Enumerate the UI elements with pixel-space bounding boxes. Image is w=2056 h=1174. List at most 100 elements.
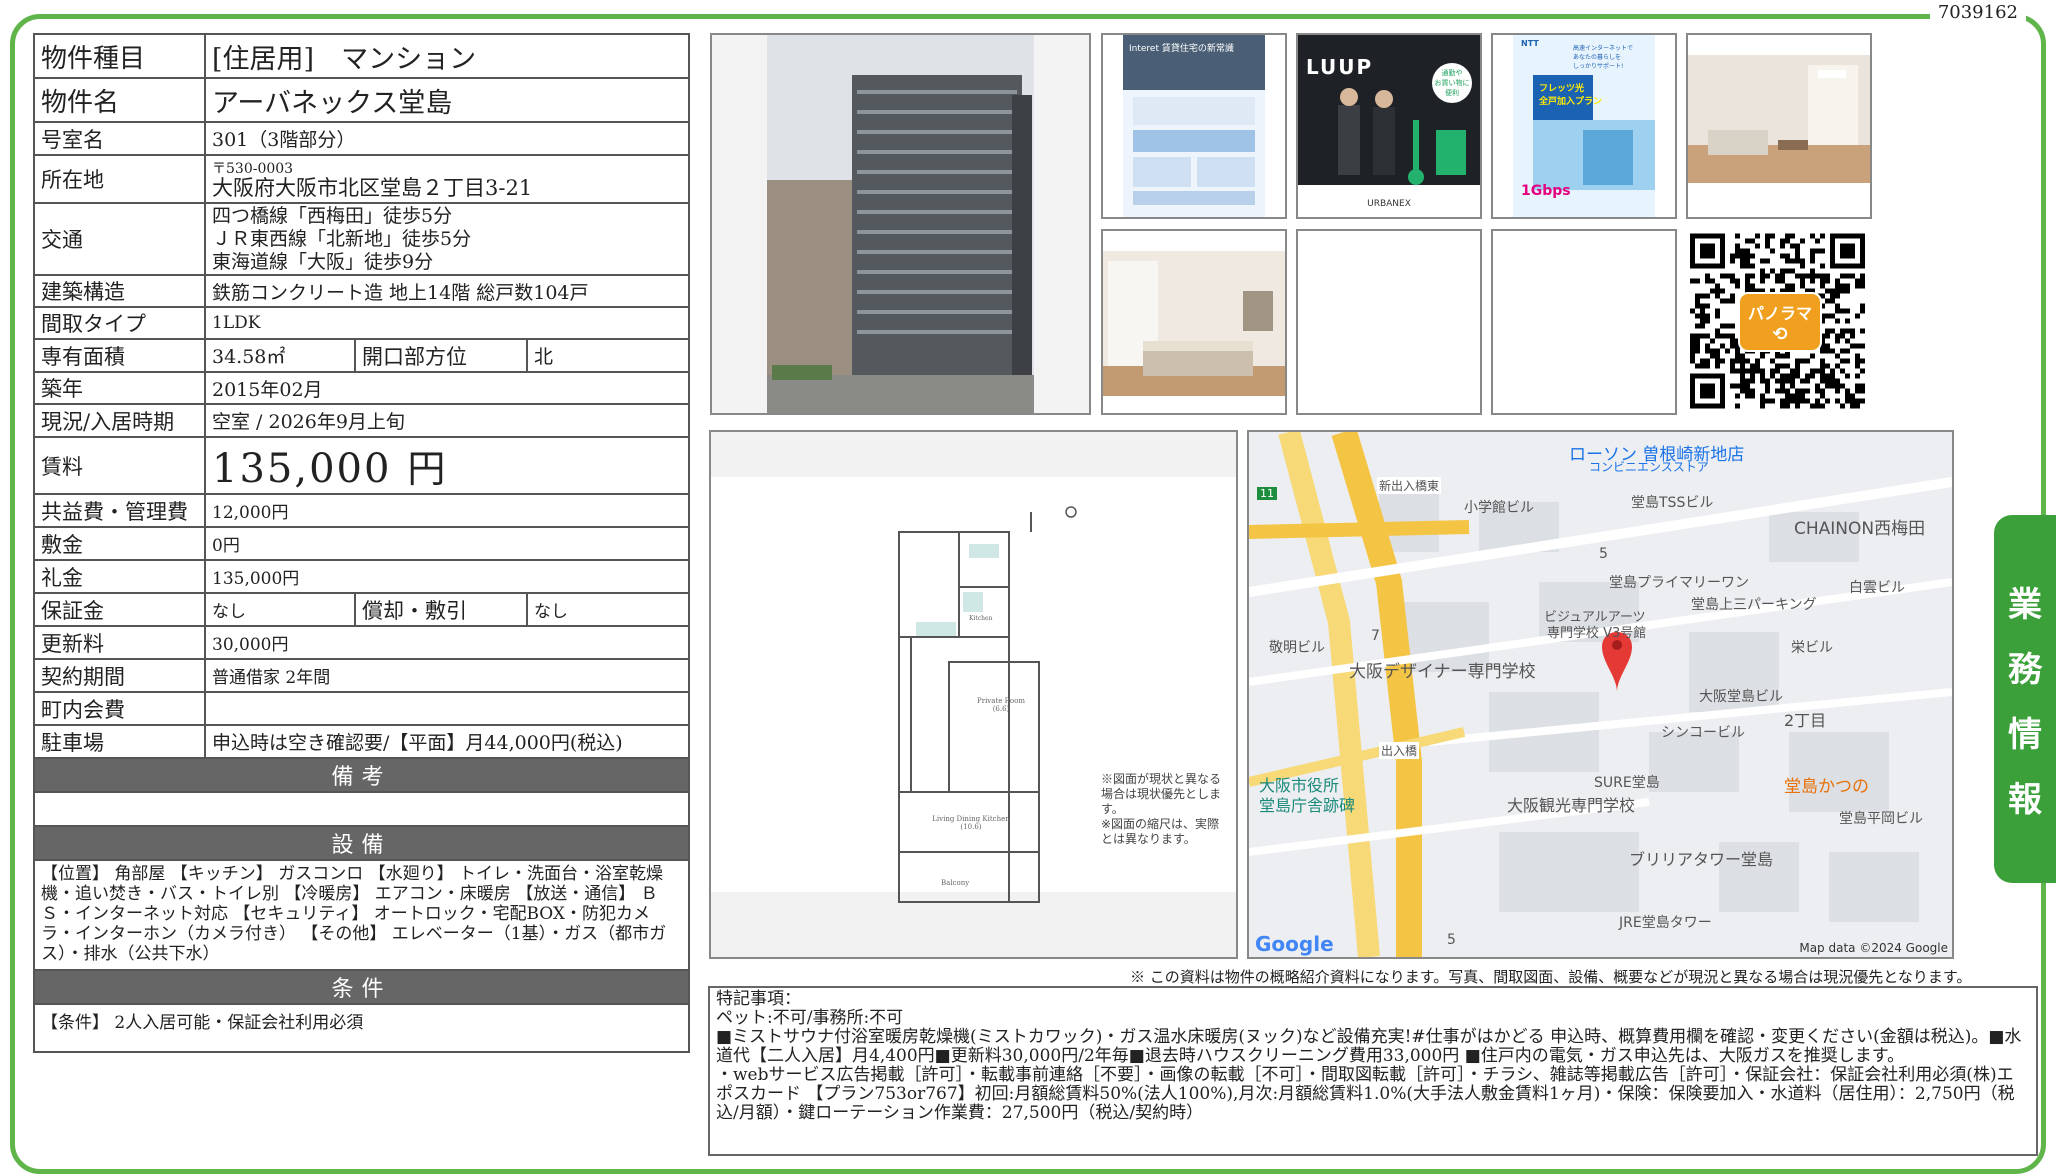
- floor-plan-drawing: [711, 432, 1236, 957]
- status-value: 空室 / 2026年9月上旬: [203, 403, 691, 438]
- contract-label: 契約期間: [33, 658, 206, 693]
- floor-plan[interactable]: Private Room (6.6) Living Dining Kitchen…: [709, 430, 1238, 959]
- empty-photo-slot: [1491, 229, 1677, 415]
- flyer-image-flets[interactable]: NTT 高速インターネットで あなたの暮らしを しっかりサポート! フレッツ光 …: [1491, 33, 1677, 219]
- map-label: 2丁目: [1784, 711, 1827, 730]
- layout-value: 1LDK: [203, 306, 691, 340]
- remarks-line: 特記事項：: [716, 989, 801, 1009]
- flyer-image-luup[interactable]: LUUP 通勤や お買い物に 便利 URBANEX: [1296, 33, 1482, 219]
- map-label: 堂島上三パーキング: [1691, 597, 1817, 613]
- rent-label: 賃料: [33, 436, 206, 495]
- side-tab-char: 務: [2008, 650, 2042, 690]
- google-logo: Google: [1255, 932, 1334, 956]
- conditions-header: 条件: [32, 969, 691, 1005]
- document-id: 7039162: [1929, 0, 2026, 25]
- map-label: 5: [1599, 546, 1608, 562]
- area-label: 専有面積: [33, 338, 206, 373]
- address-label: 所在地: [33, 154, 206, 204]
- property-table: 物件種目 [住居用] マンション 物件名 アーバネックス堂島 号室名 301（3…: [32, 33, 691, 1053]
- map-label: 堂島平岡ビル: [1839, 811, 1923, 827]
- map-labels: ローソン 曽根崎新地店 コンビニエンスストア 新出入橋東 小学館ビル 堂島TSS…: [1249, 432, 1952, 957]
- flyer-illustration: [1123, 35, 1265, 217]
- panorama-qr-code[interactable]: パノラマ ⟲: [1690, 232, 1865, 410]
- map-label: 白雲ビル: [1849, 580, 1905, 596]
- map-label: 堂島プライマリーワン: [1609, 575, 1749, 591]
- side-tab-char: 情: [2008, 715, 2042, 755]
- status-label: 現況/入居時期: [33, 403, 206, 438]
- equipment-value: 【位置】 角部屋 【キッチン】 ガスコンロ 【水廻り】 トイレ・洗面台・浴室乾燥…: [32, 859, 691, 971]
- name-value: アーバネックス堂島: [203, 77, 691, 123]
- map-label: CHAINON西梅田: [1794, 519, 1926, 539]
- flyer-image-interet[interactable]: Interet 賃貸住宅の新常識: [1101, 33, 1287, 219]
- name-label: 物件名: [33, 77, 206, 123]
- balcony-label: Balcony: [941, 879, 970, 887]
- town-fee-value: [203, 691, 691, 726]
- location-map[interactable]: ローソン 曽根崎新地店 コンビニエンスストア 新出入橋東 小学館ビル 堂島TSS…: [1247, 430, 1954, 959]
- conditions-value: 【条件】 2人入居可能・保証会社利用必須: [32, 1003, 691, 1053]
- guarantee-value: なし: [204, 592, 356, 627]
- map-label: シンコービル: [1661, 725, 1745, 741]
- side-tab-char: 報: [2008, 780, 2042, 820]
- map-label: ブリリアタワー堂島: [1629, 850, 1774, 869]
- building-photo[interactable]: [710, 33, 1091, 415]
- transport-label: 交通: [33, 202, 206, 276]
- amort-label: 償却・敷引: [354, 592, 528, 627]
- guarantee-label: 保証金: [33, 592, 206, 627]
- parking-value: 申込時は空き確認要/【平面】月44,000円(税込): [203, 724, 691, 759]
- contract-value: 普通借家 2年間: [203, 658, 691, 693]
- flyer-title: Interet 賃貸住宅の新常識: [1129, 44, 1234, 54]
- renewal-label: 更新料: [33, 625, 206, 660]
- building-illustration: [712, 35, 1089, 413]
- panorama-label: パノラマ: [1747, 303, 1812, 323]
- remarks-line: ・webサービス広告掲載［許可］・転載事前連絡［不要］・画像の転載［不可］・間取…: [716, 1065, 2015, 1123]
- built-value: 2015年02月: [203, 371, 691, 405]
- disclaimer-notice: ※ この資料は物件の概略紹介資料になります。写真、間取図面、設備、概要などが現況…: [1130, 968, 1972, 986]
- transport-line: 四つ橋線「西梅田」徒歩5分: [212, 204, 453, 227]
- structure-value: 鉄筋コンクリート造 地上14階 総戸数104戸: [203, 274, 691, 308]
- map-label: 7: [1371, 628, 1380, 644]
- rotate-icon: ⟲: [1772, 323, 1788, 345]
- opening-label: 開口部方位: [354, 338, 528, 373]
- luup-caption: URBANEX: [1367, 199, 1411, 209]
- structure-label: 建築構造: [33, 274, 206, 308]
- remarks-line: ペット:不可/事務所:不可: [716, 1008, 904, 1028]
- map-label: 大阪堂島ビル: [1699, 689, 1783, 705]
- renewal-value: 30,000円: [203, 625, 691, 660]
- address-value: 大阪府大阪市北区堂島２丁目3-21: [212, 176, 533, 200]
- ntt-brand: NTT: [1521, 39, 1539, 48]
- notes-value: [32, 791, 691, 827]
- map-label: 堂島かつの: [1784, 777, 1869, 797]
- bedroom-photo[interactable]: [1101, 229, 1287, 415]
- panorama-badge: パノラマ ⟲: [1738, 292, 1822, 352]
- map-label: JRE堂島タワー: [1619, 915, 1712, 931]
- room-ldk-label: Living Dining Kitchen (10.6): [932, 815, 1010, 831]
- special-remarks: 特記事項： ペット:不可/事務所:不可 ■ミストサウナ付浴室暖房乾燥機(ミストカ…: [708, 986, 2038, 1156]
- business-info-tab[interactable]: 業 務 情 報: [1994, 515, 2056, 883]
- living-room-photo[interactable]: [1686, 33, 1872, 219]
- deposit-value: 0円: [203, 526, 691, 561]
- deposit-label: 敷金: [33, 526, 206, 561]
- equipment-header: 設備: [32, 825, 691, 861]
- map-label: 専門学校 V3号館: [1547, 626, 1647, 641]
- luup-illustration: [1298, 88, 1480, 217]
- map-label: 新出入橋東: [1377, 477, 1442, 494]
- flets-speed: 1Gbps: [1521, 183, 1571, 199]
- map-label: 出入橋: [1379, 742, 1420, 759]
- opening-value: 北: [525, 338, 691, 373]
- map-label: コンビニエンスストア: [1589, 460, 1709, 474]
- flets-text: 高速インターネットで あなたの暮らしを しっかりサポート!: [1573, 45, 1634, 70]
- room-label: 号室名: [33, 121, 206, 156]
- transport-line: 東海道線「大阪」徒歩9分: [212, 250, 434, 273]
- rent-value: 135,000: [212, 446, 392, 492]
- type-label: 物件種目: [33, 33, 206, 79]
- floor-plan-note: ※図面が現状と異なる場合は現状優先とします。 ※図面の縮尺は、実際とは異なります…: [1101, 772, 1222, 846]
- fee-value: 12,000円: [203, 493, 691, 528]
- living-room-illustration: [1688, 55, 1870, 183]
- type-value: [住居用] マンション: [203, 33, 691, 79]
- rent-unit: 円: [407, 447, 446, 491]
- transport-line: ＪＲ東西線「北新地」徒歩5分: [212, 227, 472, 250]
- notes-header: 備考: [32, 757, 691, 793]
- map-label: 5: [1447, 932, 1456, 948]
- side-tab-char: 業: [2008, 585, 2042, 625]
- map-label: 栄ビル: [1791, 640, 1833, 656]
